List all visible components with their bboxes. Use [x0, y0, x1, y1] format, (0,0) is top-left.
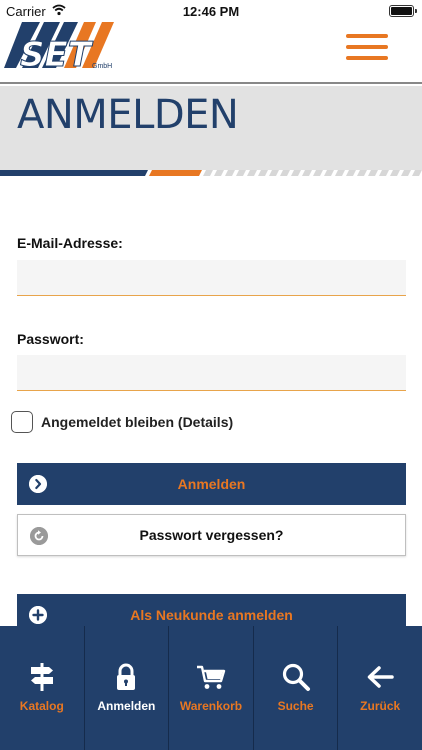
clock: 12:46 PM — [182, 4, 240, 19]
tab-label: Katalog — [19, 699, 64, 713]
tab-label: Zurück — [360, 699, 401, 713]
tab-zurueck[interactable]: Zurück — [338, 626, 422, 750]
page-title: ANMELDEN — [17, 92, 239, 138]
forgot-password-button[interactable]: Passwort vergessen? — [17, 514, 406, 556]
email-field[interactable] — [17, 260, 406, 296]
tab-katalog[interactable]: Katalog — [0, 626, 85, 750]
password-label: Passwort: — [17, 331, 84, 347]
company-logo[interactable]: SET GmbH — [4, 22, 124, 78]
email-label: E-Mail-Adresse: — [17, 235, 123, 251]
hamburger-menu-button[interactable] — [346, 34, 388, 62]
tab-warenkorb[interactable]: Warenkorb — [169, 626, 254, 750]
tab-anmelden[interactable]: Anmelden — [85, 626, 170, 750]
tab-label: Warenkorb — [179, 699, 243, 713]
battery-icon — [389, 5, 417, 17]
register-button-label: Als Neukunde anmelden — [130, 607, 293, 623]
status-bar: Carrier 12:46 PM — [0, 0, 422, 22]
tab-label: Suche — [277, 699, 314, 713]
signpost-icon — [30, 663, 53, 691]
title-band: ANMELDEN — [0, 86, 422, 170]
decorative-stripe — [0, 170, 422, 176]
cart-icon — [196, 665, 226, 689]
logo-subtext: GmbH — [92, 63, 112, 70]
lock-icon — [117, 663, 136, 690]
bottom-tab-bar: Katalog Anmelden Warenkorb Suche Zurück — [0, 626, 422, 750]
back-arrow-icon — [367, 666, 394, 688]
chevron-right-circle-icon — [29, 475, 47, 493]
remember-me-label[interactable]: Angemeldet bleiben (Details) — [41, 414, 233, 430]
search-icon — [282, 663, 310, 691]
remember-me-row[interactable]: Angemeldet bleiben (Details) — [11, 411, 233, 433]
password-field[interactable] — [17, 355, 406, 391]
login-button-label: Anmelden — [177, 476, 246, 492]
login-button[interactable]: Anmelden — [17, 463, 406, 505]
tab-suche[interactable]: Suche — [254, 626, 339, 750]
refresh-circle-icon — [30, 527, 48, 545]
app-header: SET GmbH — [0, 22, 422, 84]
logo-text: SET — [20, 35, 94, 75]
plus-circle-icon — [29, 606, 47, 624]
remember-me-checkbox[interactable] — [11, 411, 33, 433]
tab-label: Anmelden — [97, 699, 156, 713]
forgot-password-label: Passwort vergessen? — [139, 527, 284, 543]
